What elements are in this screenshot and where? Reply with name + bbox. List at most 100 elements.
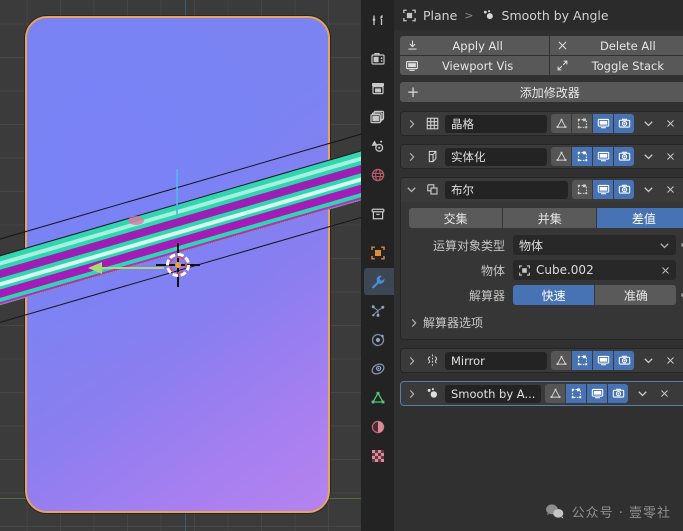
render-toggle[interactable] (614, 351, 635, 370)
edit-mode-toggle[interactable] (545, 384, 566, 403)
operation-union-button[interactable]: 并集 (503, 208, 597, 228)
viewport-vis-label: Viewport Vis (441, 58, 514, 73)
on-cage-toggle[interactable] (572, 114, 593, 133)
object-data-properties-tab[interactable] (364, 384, 391, 411)
chevron-right-icon[interactable] (404, 389, 419, 399)
modifier-name-field[interactable]: 布尔 (445, 180, 569, 199)
pin-icon[interactable] (676, 387, 683, 400)
breadcrumb-object[interactable]: Plane (423, 8, 457, 23)
chevron-down-icon[interactable] (404, 184, 419, 195)
add-modifier-label: 添加修改器 (519, 85, 580, 100)
apply-all-button[interactable]: Apply All (400, 36, 550, 55)
object-field[interactable]: Cube.002 (513, 260, 677, 280)
expand-icon (550, 59, 574, 72)
world-properties-tab[interactable] (364, 161, 391, 188)
remove-modifier-button[interactable] (660, 355, 680, 366)
remove-modifier-button[interactable] (654, 388, 674, 399)
edit-mode-toggle[interactable] (551, 147, 572, 166)
modifier-header[interactable]: 布尔 (400, 177, 683, 202)
modifier-name-field[interactable]: Smooth by A... (445, 384, 542, 403)
operation-intersect-button[interactable]: 交集 (409, 208, 503, 228)
plus-icon: + (406, 82, 420, 101)
solidify-icon (421, 149, 443, 164)
modifier-name-field[interactable]: 实体化 (445, 147, 548, 166)
animate-property-dot[interactable] (676, 243, 683, 247)
operand-object-row: 物体 Cube.002 (409, 260, 683, 280)
on-cage-toggle[interactable] (572, 180, 593, 199)
operand-type-select[interactable]: 物体 (513, 235, 677, 255)
remove-modifier-button[interactable] (660, 184, 680, 195)
3d-viewport[interactable] (0, 0, 361, 531)
texture-properties-tab[interactable] (364, 442, 391, 469)
remove-modifier-button[interactable] (660, 151, 680, 162)
on-cage-toggle[interactable] (572, 147, 593, 166)
chevron-right-icon[interactable] (404, 152, 419, 162)
modifier-header[interactable]: 实体化 (400, 144, 683, 169)
on-cage-toggle[interactable] (572, 351, 593, 370)
chevron-right-icon[interactable] (404, 119, 419, 129)
render-toggle[interactable] (614, 180, 635, 199)
modifier-toggles (551, 114, 635, 133)
modifier-name-field[interactable]: 晶格 (445, 114, 548, 133)
animate-property-dot[interactable] (676, 293, 683, 297)
toggle-stack-button[interactable]: Toggle Stack (550, 56, 683, 75)
globe-icon (371, 168, 384, 181)
material-sphere-icon (371, 420, 384, 433)
modifier-properties-tab[interactable] (364, 268, 397, 295)
move-gizmo-x[interactable] (88, 262, 164, 274)
constraint-icon (370, 362, 385, 375)
material-properties-tab[interactable] (364, 413, 391, 440)
viewport-vis-button[interactable]: Viewport Vis (400, 56, 550, 75)
particles-icon (371, 304, 384, 317)
realtime-toggle[interactable] (587, 384, 608, 403)
x-icon (550, 39, 574, 52)
particle-properties-tab[interactable] (364, 297, 391, 324)
modifier-header[interactable]: 晶格 (400, 111, 683, 136)
edit-mode-toggle[interactable] (551, 351, 572, 370)
boolean-icon (421, 182, 443, 197)
modifier-extras-dropdown[interactable] (638, 355, 658, 366)
object-constraint-properties-tab[interactable] (364, 355, 391, 382)
modifier-name-field[interactable]: Mirror (445, 351, 548, 370)
realtime-toggle[interactable] (593, 351, 614, 370)
x-icon[interactable] (660, 265, 671, 276)
realtime-toggle[interactable] (593, 147, 614, 166)
realtime-toggle[interactable] (593, 114, 614, 133)
physics-properties-tab[interactable] (364, 326, 391, 353)
solver-options-subpanel[interactable]: 解算器选项 (409, 314, 683, 331)
chevron-right-icon[interactable] (404, 356, 419, 366)
3d-cursor[interactable] (156, 243, 200, 287)
render-toggle[interactable] (614, 147, 635, 166)
object-properties-tab[interactable] (364, 239, 391, 266)
operation-difference-button[interactable]: 差值 (597, 208, 683, 228)
render-properties-tab[interactable] (364, 45, 391, 72)
solver-options-label: 解算器选项 (423, 316, 484, 330)
modifier-header[interactable]: Smooth by A... (400, 381, 683, 406)
collection-properties-tab[interactable] (364, 200, 391, 227)
remove-modifier-button[interactable] (660, 118, 680, 129)
render-toggle[interactable] (614, 114, 635, 133)
edit-mode-toggle[interactable] (551, 114, 572, 133)
modifier-extras-dropdown[interactable] (638, 118, 658, 129)
scene-properties-tab[interactable] (364, 132, 391, 159)
realtime-toggle[interactable] (593, 180, 614, 199)
add-modifier-button[interactable]: + 添加修改器 (400, 82, 683, 102)
solver-exact-button[interactable]: 准确 (595, 285, 677, 305)
modifier-extras-dropdown[interactable] (638, 184, 658, 195)
blender-window: Plane > Smooth by Angle Apply All Delete… (0, 0, 683, 531)
render-toggle[interactable] (608, 384, 629, 403)
solver-fast-button[interactable]: 快速 (513, 285, 595, 305)
breadcrumb-modifier[interactable]: Smooth by Angle (502, 8, 609, 23)
boolean-operation-group: 交集 并集 差值 (409, 208, 683, 228)
view-layer-properties-tab[interactable] (364, 103, 391, 130)
delete-all-button[interactable]: Delete All (550, 36, 683, 55)
tool-properties-tab[interactable] (364, 6, 391, 33)
operand-type-label: 运算对象类型 (432, 238, 505, 253)
on-cage-toggle[interactable] (566, 384, 587, 403)
modifier-extras-dropdown[interactable] (638, 151, 658, 162)
modifier-extras-dropdown[interactable] (632, 388, 652, 399)
delete-all-label: Delete All (599, 38, 656, 53)
cursor-center-dot (175, 262, 181, 268)
output-properties-tab[interactable] (364, 74, 391, 101)
modifier-header[interactable]: Mirror (400, 348, 683, 373)
